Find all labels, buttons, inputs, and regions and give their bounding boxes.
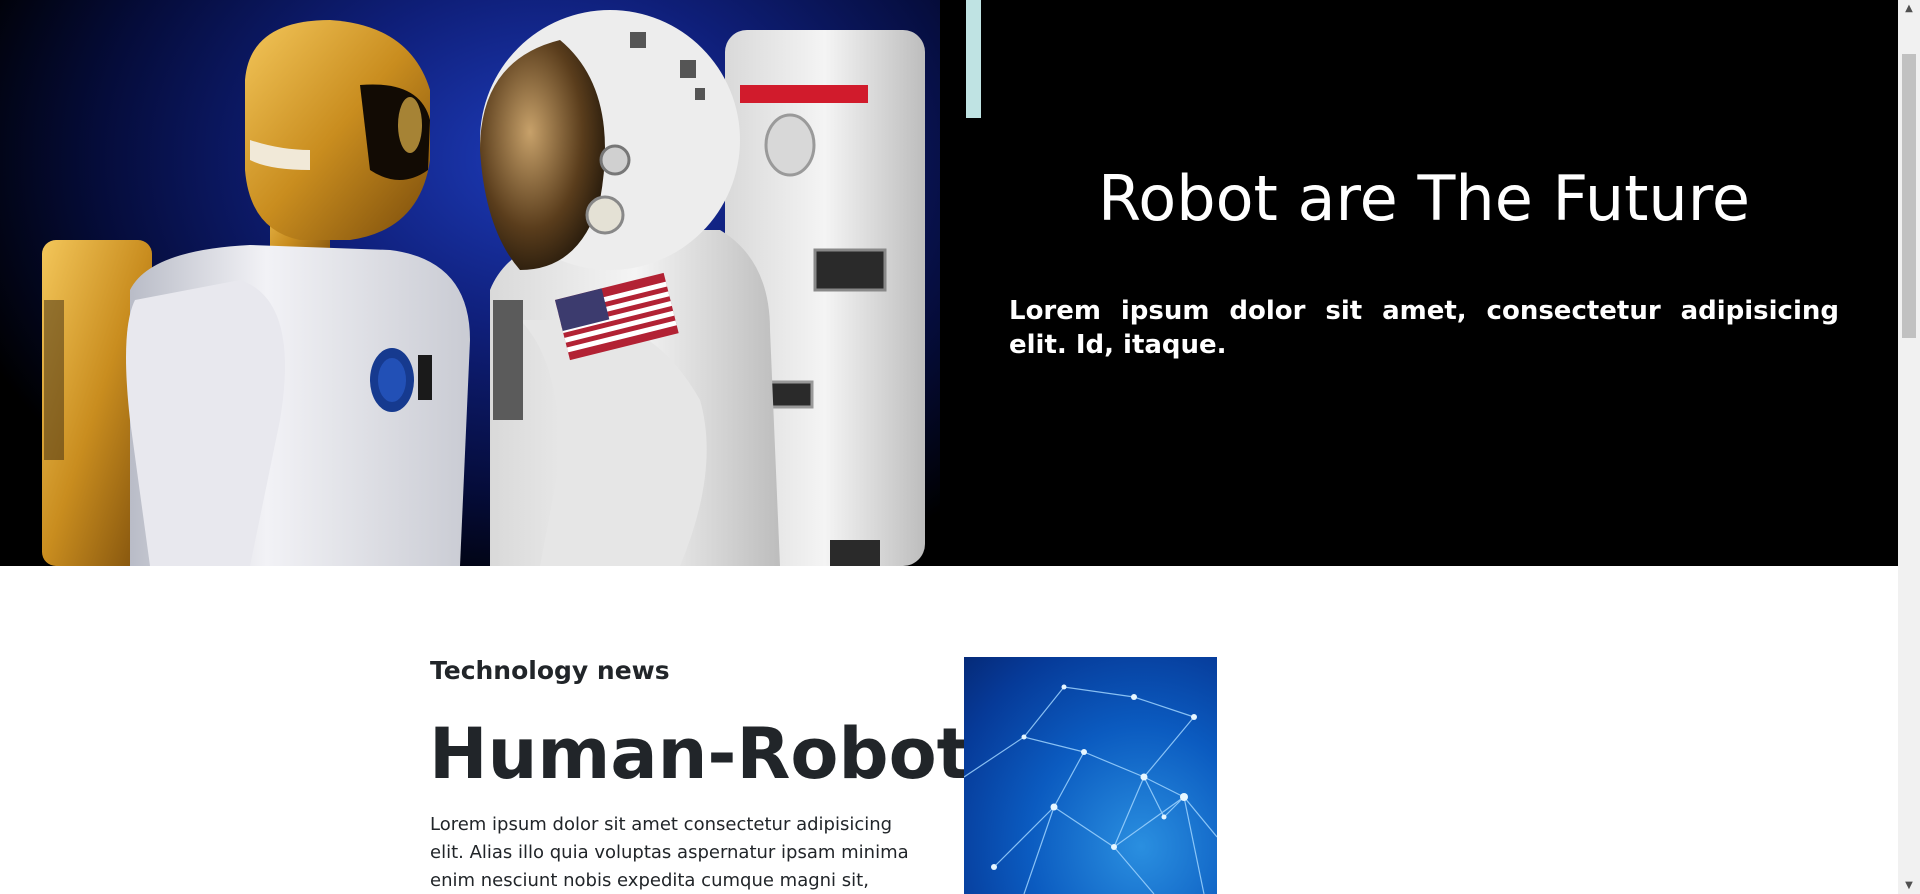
network-illustration bbox=[964, 684, 1217, 894]
hero-image-robot-astronaut bbox=[0, 0, 940, 566]
scroll-down-arrow-icon[interactable]: ▼ bbox=[1898, 877, 1920, 894]
news-kicker: Technology news bbox=[430, 656, 670, 685]
news-image-network bbox=[964, 657, 1217, 894]
hero-text: Lorem ipsum dolor sit amet, consectetur … bbox=[1009, 296, 1839, 360]
robot-astronaut-illustration bbox=[42, 10, 925, 566]
news-title: Human-Robot bbox=[429, 713, 971, 795]
hero-title: Robot are The Future bbox=[1098, 162, 1750, 235]
scrollbar-thumb[interactable] bbox=[1902, 54, 1916, 338]
hero-section: Robot are The Future Lorem ipsum dolor s… bbox=[0, 0, 1898, 566]
scroll-up-arrow-icon[interactable]: ▲ bbox=[1898, 0, 1920, 17]
accent-bar bbox=[966, 0, 981, 118]
vertical-scrollbar[interactable]: ▲ ▼ bbox=[1898, 0, 1920, 894]
page: Robot are The Future Lorem ipsum dolor s… bbox=[0, 0, 1898, 894]
news-body: Lorem ipsum dolor sit amet consectetur a… bbox=[430, 814, 909, 891]
